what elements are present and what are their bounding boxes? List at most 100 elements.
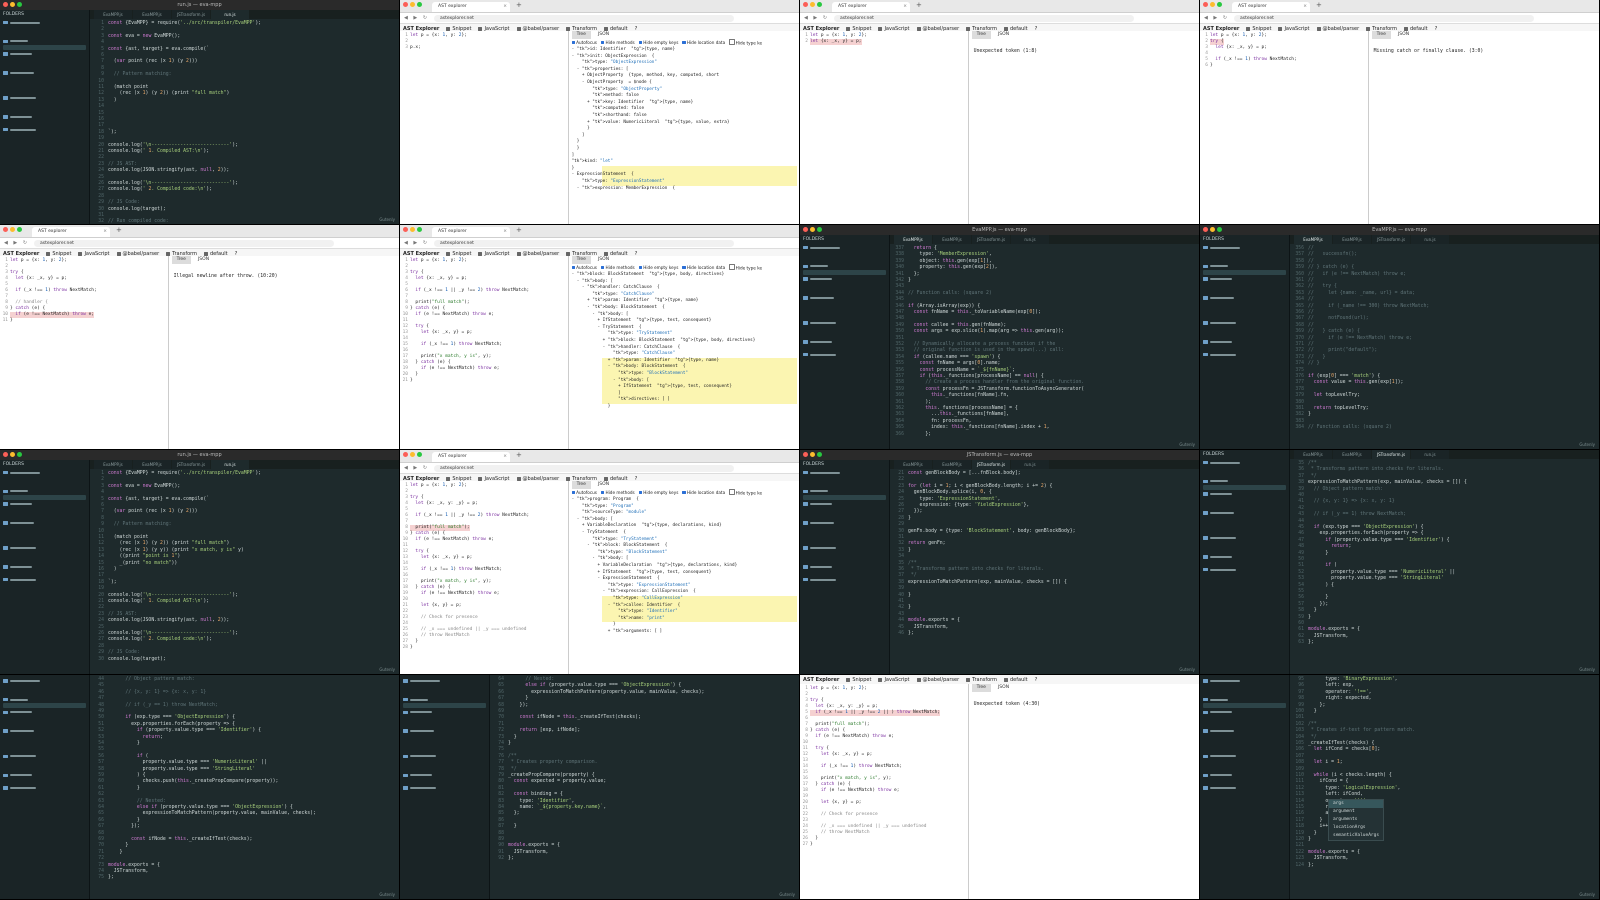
tree-node[interactable]: } — [572, 146, 580, 153]
file-item[interactable] — [803, 596, 886, 601]
address-bar[interactable]: astexplorer.net — [434, 14, 734, 22]
file-item[interactable] — [1203, 358, 1286, 363]
tab-json[interactable]: JSON — [193, 256, 214, 264]
nav-arrows-icon[interactable]: ◀ ▶ ↻ — [4, 240, 29, 246]
folder-item[interactable] — [1203, 245, 1286, 250]
file-item[interactable] — [1203, 760, 1286, 765]
tree-node[interactable]: "tk">type: "ObjectExpression" — [572, 60, 657, 67]
maximize-icon[interactable] — [1217, 227, 1222, 232]
file-item[interactable] — [3, 703, 86, 709]
minimize-icon[interactable] — [1210, 227, 1215, 232]
file-item[interactable] — [1203, 314, 1286, 319]
file-item[interactable] — [3, 483, 86, 488]
file-item[interactable] — [1203, 327, 1286, 332]
maximize-icon[interactable] — [17, 452, 22, 457]
tab[interactable]: run.js — [1411, 450, 1449, 459]
file-item[interactable] — [3, 716, 86, 721]
file-item[interactable] — [3, 596, 86, 601]
tree-node[interactable]: - "tk">block: BlockStatement { — [572, 543, 667, 550]
folder-item[interactable] — [3, 127, 86, 132]
tab-json[interactable]: JSON — [593, 481, 614, 489]
autocomplete-item[interactable]: argument — [1329, 808, 1383, 816]
folder-item[interactable] — [1203, 295, 1286, 300]
file-item[interactable] — [803, 365, 886, 370]
option[interactable]: Hide methods — [600, 265, 635, 270]
tree-node[interactable]: "tk">computed: false — [572, 106, 644, 113]
folder-item[interactable] — [403, 678, 486, 683]
tab[interactable]: EvaMPP.js — [933, 460, 971, 469]
maximize-icon[interactable] — [817, 227, 822, 232]
new-tab-icon[interactable]: + — [916, 1, 922, 9]
tree-node[interactable]: - "tk">program: Program { — [572, 497, 639, 504]
folder-item[interactable] — [803, 352, 886, 357]
option[interactable]: Hide location data — [682, 265, 725, 270]
tab[interactable]: EvaMPP.js — [1333, 235, 1371, 244]
file-item[interactable] — [803, 514, 886, 519]
tree-node[interactable]: - "tk">id: Identifier "tg">{type, name} — [572, 47, 676, 54]
new-tab-icon[interactable]: + — [516, 226, 522, 234]
tree-node[interactable]: "tk">sourceType: "module" — [572, 510, 647, 517]
tab[interactable]: JSTransform.js — [972, 235, 1010, 244]
tree-node[interactable]: "tk">type: "CatchClause" — [572, 351, 675, 358]
close-icon[interactable] — [803, 452, 808, 457]
tab[interactable]: JSTransform.js — [1372, 235, 1410, 244]
code-pane[interactable]: EvaMPP.js EvaMPP.js JSTransform.js run.js 3… — [1290, 235, 1599, 449]
file-item[interactable] — [3, 58, 86, 63]
file-item[interactable] — [3, 552, 86, 557]
tree-node[interactable]: - ObjectProperty = $node { — [572, 80, 652, 87]
file-item[interactable] — [1203, 548, 1286, 553]
file-item[interactable] — [1203, 302, 1286, 307]
file-item[interactable] — [3, 495, 86, 501]
browser-tab[interactable]: AST explorer × — [432, 452, 510, 462]
tree-node[interactable]: - "tk">expression: MemberExpression { — [572, 186, 675, 193]
file-item[interactable] — [3, 685, 86, 690]
file-item[interactable] — [3, 741, 86, 746]
file-item[interactable] — [1203, 258, 1286, 263]
tree-node[interactable]: + VariableDeclaration "tg">{type, declar… — [572, 563, 737, 570]
autocomplete-item[interactable]: args — [1329, 800, 1384, 808]
tree-node[interactable]: + IfStatement "tg">{type, test, conseque… — [572, 384, 732, 391]
minimize-icon[interactable] — [1210, 2, 1215, 7]
code-pane[interactable]: 44 // Object pattern match: 45 46 // {x, y… — [90, 675, 399, 899]
file-item[interactable] — [803, 583, 886, 588]
minimize-icon[interactable] — [410, 452, 415, 457]
folder-item[interactable] — [803, 295, 886, 300]
file-item[interactable] — [1203, 561, 1286, 566]
tab-active[interactable]: run.js — [211, 460, 249, 469]
file-item[interactable] — [803, 483, 886, 488]
file-item[interactable] — [3, 798, 86, 803]
nav-arrows-icon[interactable]: ◀ ▶ ↻ — [404, 465, 429, 471]
maximize-icon[interactable] — [1217, 2, 1222, 7]
file-item[interactable] — [803, 258, 886, 263]
option[interactable]: Hide type ke — [729, 39, 762, 46]
tree-node[interactable]: + IfStatement "tg">{type, test, conseque… — [572, 318, 711, 325]
nav-arrows-icon[interactable]: ◀ ▶ ↻ — [804, 15, 829, 21]
folder-item[interactable] — [803, 564, 886, 569]
folder-item[interactable] — [403, 710, 486, 715]
option[interactable]: Autofocus — [571, 40, 597, 45]
maximize-icon[interactable] — [417, 227, 422, 232]
nav-arrows-icon[interactable]: ◀ ▶ ↻ — [404, 240, 429, 246]
close-tab-icon[interactable]: × — [1303, 2, 1307, 12]
file-item[interactable] — [1203, 466, 1286, 471]
file-item[interactable] — [3, 77, 86, 82]
file-item[interactable] — [1203, 748, 1286, 753]
file-item[interactable] — [403, 691, 486, 696]
minimize-icon[interactable] — [810, 227, 815, 232]
folder-item[interactable] — [1203, 710, 1286, 715]
folder-item[interactable] — [3, 785, 86, 790]
option[interactable]: Hide location data — [682, 40, 725, 45]
option[interactable]: Autofocus — [571, 490, 597, 495]
folder-item[interactable] — [3, 577, 86, 582]
folder-item[interactable] — [1203, 729, 1286, 734]
close-tab-icon[interactable]: × — [503, 2, 507, 12]
file-item[interactable] — [403, 735, 486, 740]
tab-active[interactable]: run.js — [211, 10, 249, 19]
file-item[interactable] — [803, 283, 886, 288]
tab[interactable]: run.js — [1411, 235, 1449, 244]
option[interactable]: Hide methods — [600, 490, 635, 495]
file-item[interactable] — [403, 779, 486, 784]
browser-tab[interactable]: AST explorer × — [432, 227, 510, 237]
folder-item[interactable] — [3, 470, 86, 475]
folder-item[interactable] — [1203, 276, 1286, 281]
